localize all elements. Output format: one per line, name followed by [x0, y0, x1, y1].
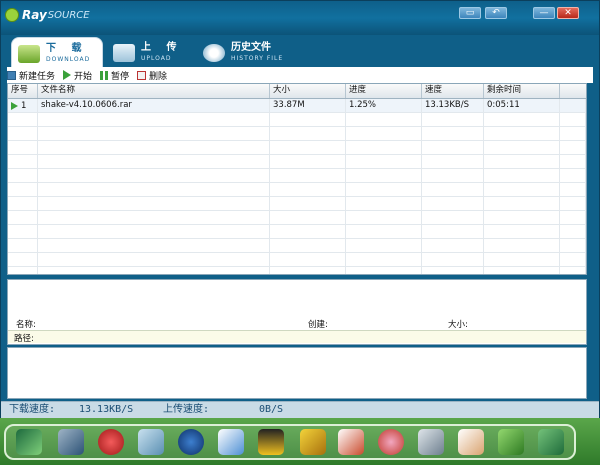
tab-download-label: 下 载 — [46, 42, 88, 54]
table-row-empty — [8, 267, 586, 274]
download-table: 序号 文件名称 大小 进度 速度 剩余时间 1 shake-v4.10.0606… — [7, 83, 587, 275]
tab-history-sub: HISTORY FILE — [231, 55, 284, 62]
detail-path-strip: 路径: — [8, 330, 586, 344]
table-row-empty — [8, 253, 586, 267]
row-filename: shake-v4.10.0606.rar — [38, 99, 270, 112]
table-row-empty — [8, 211, 586, 225]
history-icon — [203, 44, 225, 62]
upload-icon — [113, 44, 135, 62]
delete-button[interactable]: 删除 — [137, 69, 167, 82]
file-detail-panel: 名称: 创建: 大小: 路径: — [7, 279, 587, 345]
row-remaining: 0:05:11 — [484, 99, 560, 112]
title-bar[interactable]: Ray SOURCE ▭ ↶ — ✕ — [1, 1, 599, 35]
logo-brand: Ray — [22, 8, 47, 22]
table-row-empty — [8, 169, 586, 183]
delete-label: 删除 — [149, 71, 168, 82]
download-speed-label: 下载速度: — [9, 404, 56, 415]
col-filler — [560, 84, 586, 98]
dock-qq-penguin-icon[interactable] — [258, 429, 284, 455]
restore-button[interactable]: ▭ — [459, 7, 481, 19]
tab-history-label: 历史文件 — [231, 42, 271, 53]
table-row-empty — [8, 197, 586, 211]
dock-pencil-icon[interactable] — [138, 429, 164, 455]
minimize-button[interactable]: — — [533, 7, 555, 19]
tab-upload[interactable]: 上 传 UPLOAD — [107, 37, 199, 69]
dock-leaf-icon[interactable] — [498, 429, 524, 455]
tab-history[interactable]: 历史文件 HISTORY FILE — [197, 37, 307, 69]
dock-pig-icon[interactable] — [98, 429, 124, 455]
table-row-empty — [8, 141, 586, 155]
table-header: 序号 文件名称 大小 进度 速度 剩余时间 — [8, 84, 586, 99]
table-row-empty — [8, 113, 586, 127]
new-task-label: 新建任务 — [19, 71, 56, 82]
tab-upload-label: 上 传 — [141, 42, 183, 53]
dock-app-icon[interactable] — [16, 429, 42, 455]
dock-calendar-icon[interactable] — [458, 429, 484, 455]
table-row-empty — [8, 239, 586, 253]
back-button[interactable]: ↶ — [485, 7, 507, 19]
row-filler — [560, 99, 586, 112]
dock-pen-icon[interactable] — [418, 429, 444, 455]
detail-create-label: 创建: — [308, 320, 328, 330]
arrow-right-icon — [11, 101, 18, 110]
table-row[interactable]: 1 shake-v4.10.0606.rar 33.87M 1.25% 13.1… — [8, 99, 586, 113]
detail-path-label: 路径: — [14, 334, 34, 344]
start-label: 开始 — [74, 71, 93, 82]
col-index[interactable]: 序号 — [8, 84, 38, 98]
row-progress: 1.25% — [346, 99, 422, 112]
dock-palette-icon[interactable] — [378, 429, 404, 455]
download-icon — [18, 44, 40, 63]
detail-name-label: 名称: — [16, 320, 36, 330]
col-speed[interactable]: 速度 — [422, 84, 484, 98]
logo-sub: SOURCE — [47, 9, 90, 21]
table-row-empty — [8, 155, 586, 169]
dock-camera-icon[interactable] — [538, 429, 564, 455]
upload-speed-value: 0B/S — [259, 404, 284, 415]
table-row-empty — [8, 127, 586, 141]
row-speed: 13.13KB/S — [422, 99, 484, 112]
row-index-cell: 1 — [8, 99, 38, 112]
tab-download[interactable]: 下 载 DOWNLOAD — [11, 37, 103, 69]
row-index: 1 — [21, 100, 27, 111]
table-row-empty — [8, 183, 586, 197]
download-speed-value: 13.13KB/S — [79, 404, 134, 415]
dock-monitor-icon[interactable] — [58, 429, 84, 455]
pause-label: 暂停 — [111, 71, 130, 82]
pause-button[interactable]: 暂停 — [100, 69, 129, 82]
close-button[interactable]: ✕ — [557, 7, 579, 19]
info-log-panel[interactable] — [7, 347, 587, 399]
table-row-empty — [8, 225, 586, 239]
upload-speed-label: 上传速度: — [163, 404, 210, 415]
desktop-dock — [4, 424, 576, 460]
col-filename[interactable]: 文件名称 — [38, 84, 270, 98]
pause-icon — [100, 70, 109, 80]
delete-icon — [137, 70, 147, 80]
raysource-window: Ray SOURCE ▭ ↶ — ✕ 下 载 DOWNLOAD 上 传 UPLOA… — [0, 0, 600, 418]
detail-size-label: 大小: — [448, 320, 468, 330]
tab-upload-sub: UPLOAD — [141, 55, 172, 62]
new-task-icon — [7, 70, 16, 80]
dock-globe-icon[interactable] — [178, 429, 204, 455]
dock-users-icon[interactable] — [218, 429, 244, 455]
col-progress[interactable]: 进度 — [346, 84, 422, 98]
logo-mark-icon — [5, 8, 19, 22]
raysource-logo: Ray SOURCE — [5, 7, 90, 23]
dock-image-icon[interactable] — [338, 429, 364, 455]
col-size[interactable]: 大小 — [270, 84, 346, 98]
new-task-button[interactable]: 新建任务 — [7, 69, 55, 82]
dock-door-icon[interactable] — [300, 429, 326, 455]
play-icon — [63, 70, 72, 80]
col-remaining[interactable]: 剩余时间 — [484, 84, 560, 98]
row-size: 33.87M — [270, 99, 346, 112]
start-button[interactable]: 开始 — [63, 69, 92, 82]
tab-download-sub: DOWNLOAD — [46, 55, 91, 63]
toolbar: 新建任务 开始 暂停 删除 — [7, 67, 593, 83]
status-bar: 下载速度: 13.13KB/S 上传速度: 0B/S — [1, 401, 599, 418]
